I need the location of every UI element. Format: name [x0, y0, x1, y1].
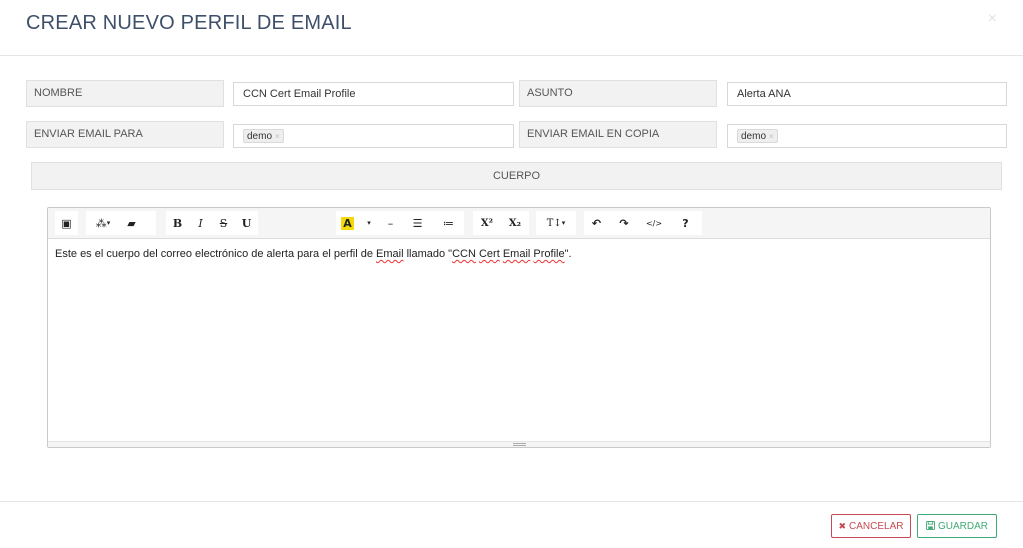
resize-handle-icon[interactable] [513, 443, 526, 446]
tag-remove-icon[interactable]: × [275, 132, 280, 141]
toolbar-group-para: – ☰ ≔ [379, 211, 464, 235]
nombre-input[interactable]: CCN Cert Email Profile [233, 82, 514, 106]
code-view-icon[interactable]: </> [639, 211, 669, 235]
modal-title: CREAR NUEVO PERFIL DE EMAIL [26, 12, 352, 34]
strikethrough-button[interactable]: S [212, 211, 235, 235]
body-text: Profile [533, 248, 565, 260]
superscript-button[interactable]: X² [473, 211, 501, 235]
modal-header: CREAR NUEVO PERFIL DE EMAIL × [0, 0, 1023, 56]
redo-icon[interactable]: ↷ [609, 211, 639, 235]
magic-glyph: ⁂ [95, 216, 107, 230]
toolbar-group-color: A ▾ [336, 211, 379, 235]
cc-tag[interactable]: demo × [737, 129, 778, 143]
body-text: ". [564, 248, 572, 260]
picture-icon[interactable]: ▣ [55, 211, 78, 235]
close-icon: ✖ [838, 520, 847, 531]
nombre-label: NOMBRE [26, 80, 224, 107]
cuerpo-label: CUERPO [31, 162, 1002, 190]
asunto-label: ASUNTO [519, 80, 717, 107]
modal-footer: ✖ CANCELAR GUARDAR [0, 501, 1023, 548]
cancel-button[interactable]: ✖ CANCELAR [831, 514, 911, 538]
enviar-para-label: ENVIAR EMAIL PARA [26, 121, 224, 148]
text-color-button[interactable]: A [336, 211, 359, 235]
body-text: Cert [478, 248, 500, 260]
asunto-input[interactable]: Alerta ANA [727, 82, 1007, 106]
body-text: CCN [452, 248, 476, 260]
chevron-down-icon: ▾ [106, 219, 111, 227]
toolbar-group-insert: ▣ [55, 211, 78, 235]
tag-label: demo [741, 131, 767, 142]
unordered-list-icon[interactable]: ☰ [402, 211, 433, 235]
toolbar-group-history: ↶ ↷ </> ? [584, 211, 702, 235]
editor-content[interactable]: Este es el cuerpo del correo electrónico… [48, 239, 990, 269]
tag-label: demo [247, 131, 273, 142]
italic-button[interactable]: I [189, 211, 212, 235]
ordered-list-icon[interactable]: ≔ [433, 211, 464, 235]
close-icon[interactable]: × [988, 10, 997, 28]
save-label: GUARDAR [937, 520, 988, 532]
eraser-icon[interactable]: ▰ [120, 211, 143, 235]
recipient-tag[interactable]: demo × [243, 129, 284, 143]
toolbar-group-font: B I S U [166, 211, 258, 235]
magic-style-icon[interactable]: ⁂ ▾ [86, 211, 120, 235]
toolbar-group-style: ⁂ ▾ ▰ [86, 211, 156, 235]
tag-remove-icon[interactable]: × [769, 132, 774, 141]
enviar-para-field[interactable]: demo × [233, 124, 514, 148]
toolbar-group-fontsize: T↕ ▾ [536, 211, 576, 235]
toolbar-group-script: X² X₂ [473, 211, 529, 235]
editor-resize-bar[interactable] [48, 441, 990, 447]
horizontal-rule-icon[interactable]: – [379, 211, 402, 235]
rich-text-editor: ▣ ⁂ ▾ ▰ B I S U A ▾ – ☰ ≔ X² X₂ T↕ ▾ ↶ ↷… [47, 207, 991, 448]
floppy-disk-icon [925, 520, 935, 532]
underline-button[interactable]: U [235, 211, 258, 235]
enviar-copia-field[interactable]: demo × [727, 124, 1007, 148]
editor-toolbar: ▣ ⁂ ▾ ▰ B I S U A ▾ – ☰ ≔ X² X₂ T↕ ▾ ↶ ↷… [48, 208, 990, 239]
chevron-down-icon: ▾ [561, 219, 566, 227]
body-text: Email [502, 248, 531, 260]
chevron-down-icon[interactable]: ▾ [359, 211, 379, 235]
body-text: llamado " [403, 248, 453, 260]
highlight-icon: A [341, 216, 354, 230]
enviar-copia-label: ENVIAR EMAIL EN COPIA [519, 121, 717, 148]
cancel-label: CANCELAR [849, 520, 904, 532]
create-email-profile-modal: CREAR NUEVO PERFIL DE EMAIL × NOMBRE CCN… [0, 0, 1023, 548]
font-size-glyph: T↕ [546, 217, 562, 229]
body-text: Email [376, 248, 404, 260]
subscript-button[interactable]: X₂ [501, 211, 529, 235]
body-text: Este es el cuerpo del correo electrónico… [55, 248, 377, 260]
font-size-dropdown[interactable]: T↕ ▾ [536, 211, 576, 235]
undo-icon[interactable]: ↶ [584, 211, 609, 235]
bold-button[interactable]: B [166, 211, 189, 235]
help-icon[interactable]: ? [669, 211, 702, 235]
save-button[interactable]: GUARDAR [917, 514, 997, 538]
